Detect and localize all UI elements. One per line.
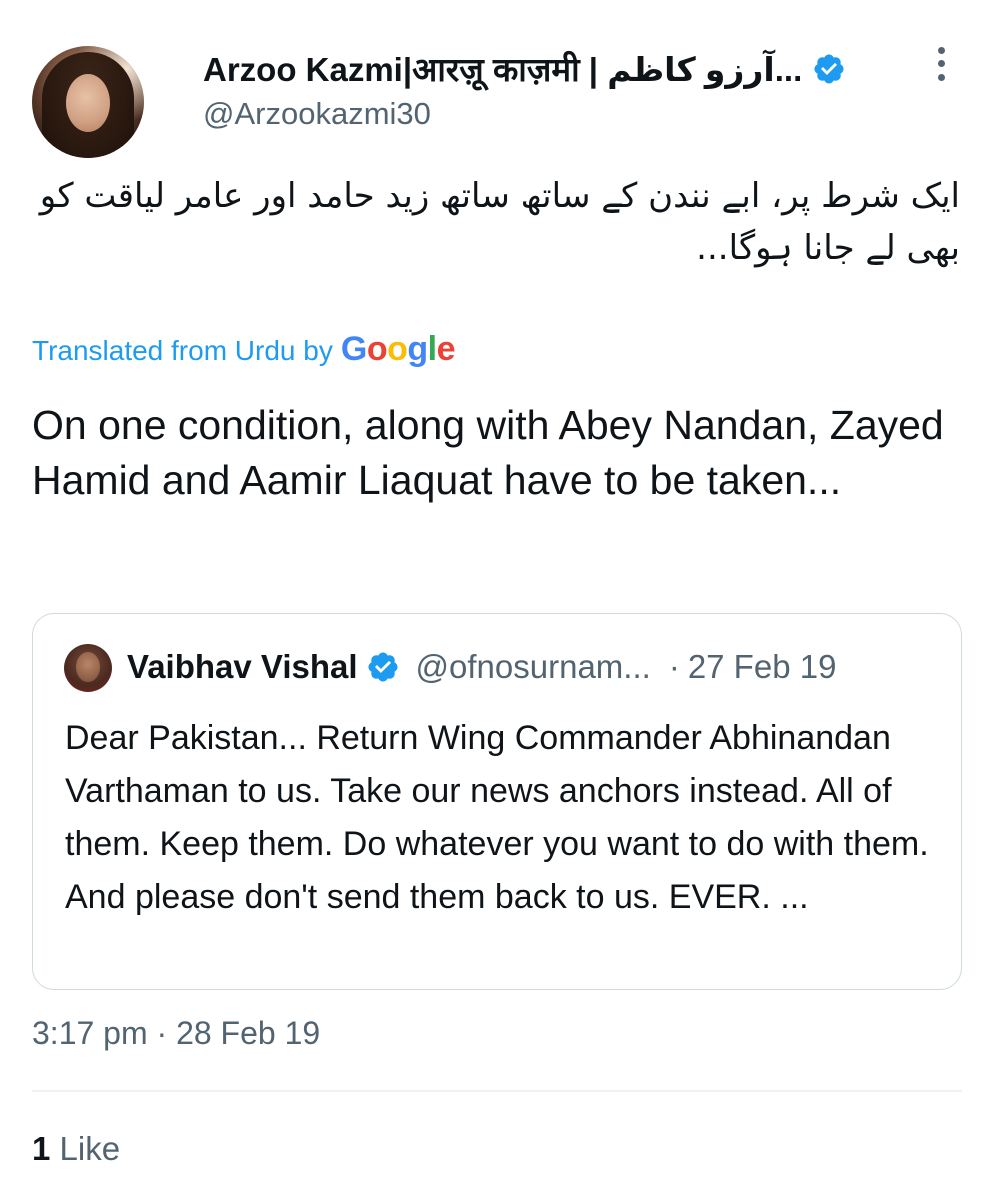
- author-handle[interactable]: @Arzookazmi30: [203, 96, 431, 132]
- tweet-text-urdu: ایک شرط پر، ابے نندن کے ساتھ ساتھ زید حا…: [39, 176, 960, 268]
- quoted-author-name[interactable]: Vaibhav Vishal: [127, 648, 358, 686]
- tweet-translation: On one condition, along with Abey Nandan…: [32, 402, 944, 503]
- tweet-timestamp[interactable]: 3:17 pm · 28 Feb 19: [32, 1015, 320, 1052]
- author-name-row[interactable]: Arzoo Kazmi|आरज़ू काज़मी | آرزو کاظم...: [203, 46, 846, 91]
- like-count-label: Like: [59, 1130, 121, 1167]
- quoted-tweet-text: Dear Pakistan... Return Wing Commander A…: [65, 719, 929, 916]
- verified-badge-icon: [814, 53, 844, 84]
- quoted-tweet-card[interactable]: Vaibhav Vishal @ofnosurnam... · 27 Feb 1…: [32, 613, 962, 990]
- translated-label: Translated from Urdu by: [32, 335, 333, 366]
- tweet-detail: Arzoo Kazmi|आरज़ू काज़मी | آرزو کاظم... …: [0, 0, 993, 1200]
- like-count-number: 1: [32, 1130, 51, 1167]
- author-avatar[interactable]: [32, 46, 144, 158]
- more-options-icon[interactable]: [928, 44, 954, 84]
- verified-badge-icon: [368, 652, 398, 682]
- quoted-separator: ·: [668, 648, 680, 685]
- divider: [32, 1090, 962, 1092]
- quoted-tweet-header: Vaibhav Vishal @ofnosurnam... · 27 Feb 1…: [127, 648, 836, 686]
- quoted-author-avatar[interactable]: [64, 644, 112, 692]
- quoted-author-handle[interactable]: @ofnosurnam...: [416, 648, 651, 686]
- like-count[interactable]: 1 Like: [32, 1130, 120, 1168]
- google-logo: Google: [340, 330, 456, 368]
- author-display-name[interactable]: Arzoo Kazmi|आरज़ू काज़मी | آرزو کاظم...: [203, 46, 802, 91]
- quoted-tweet-date[interactable]: 27 Feb 19: [688, 648, 837, 686]
- translation-attribution: Translated from Urdu by Google: [32, 330, 456, 369]
